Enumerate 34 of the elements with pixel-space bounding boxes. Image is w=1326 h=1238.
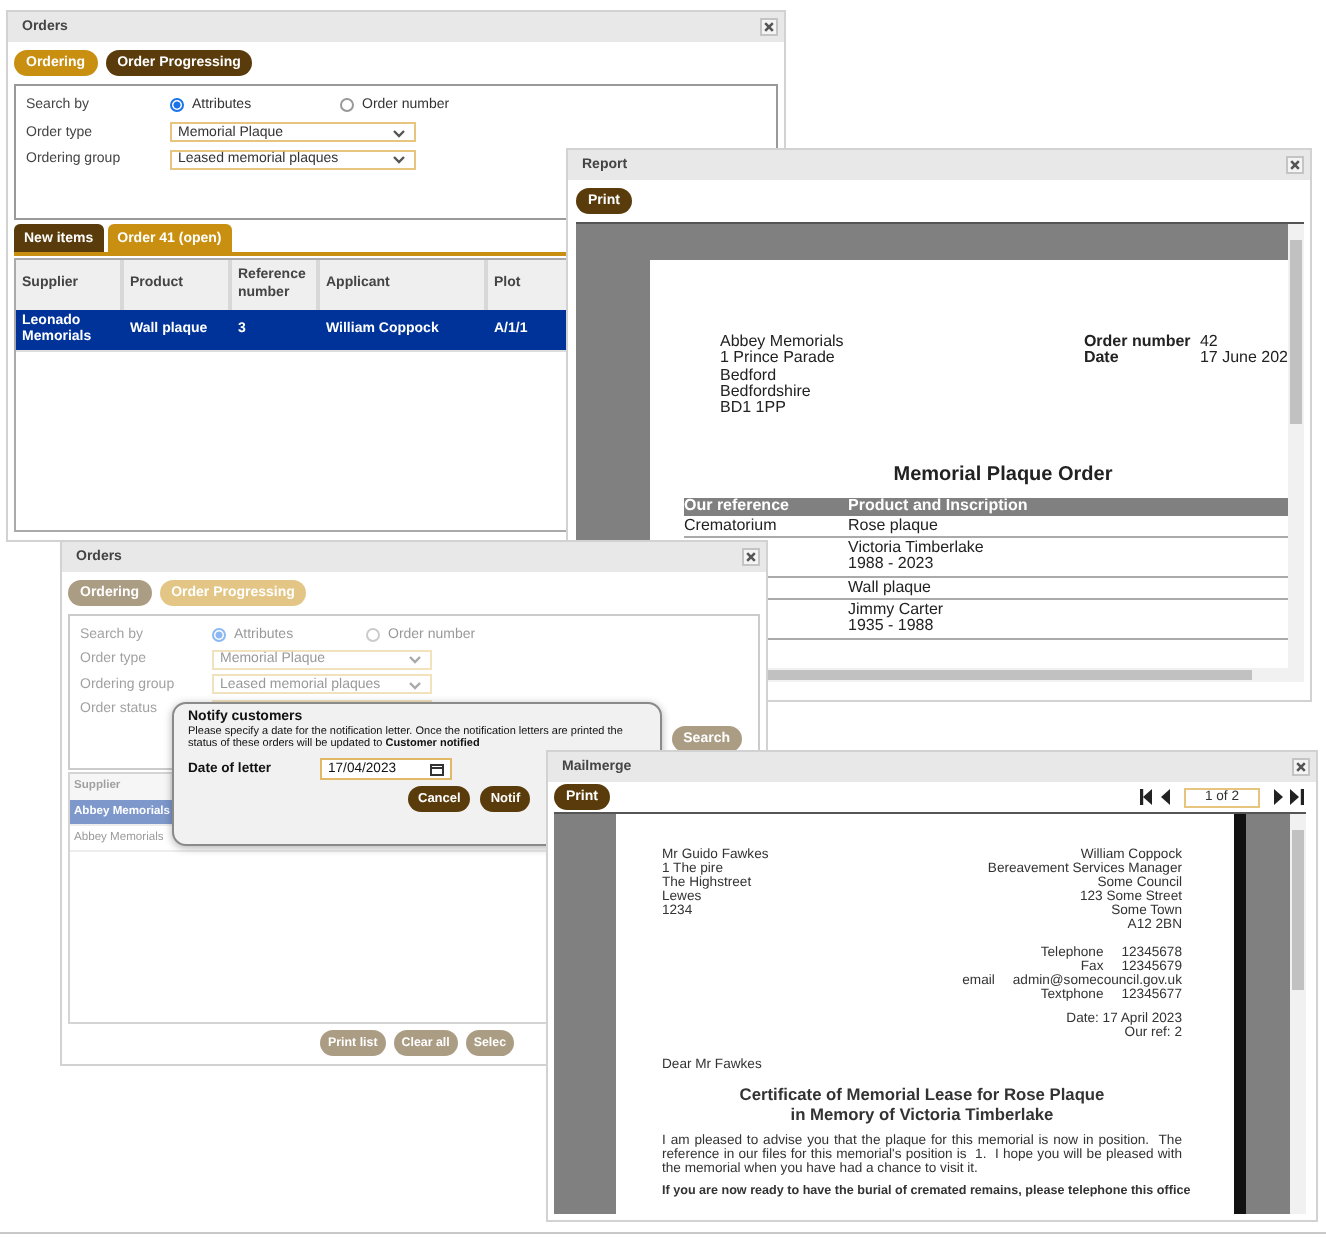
calendar-icon[interactable]	[430, 761, 444, 776]
close-icon[interactable]	[1286, 156, 1304, 174]
close-icon[interactable]	[742, 548, 760, 566]
radio-button[interactable]	[170, 98, 184, 113]
detail-value: 17 June 202	[1199, 350, 1288, 368]
vertical-scrollbar[interactable]	[1290, 814, 1306, 1214]
table-cell-text: Crematorium	[684, 517, 779, 535]
chevron-down-icon	[392, 127, 406, 138]
table-cell-text: Rose plaque	[848, 517, 940, 535]
detail-label: Date	[1083, 350, 1121, 368]
table-cell-text: Wall plaque	[848, 579, 934, 596]
last-page-icon[interactable]	[1290, 788, 1304, 806]
column-header: Our reference	[684, 498, 791, 516]
letter-heading: Certificate of Memorial Lease for Rose Plaque in Memory of Victoria Timberlake	[737, 1084, 1107, 1124]
close-icon[interactable]	[760, 18, 778, 36]
detail-label: Order number	[1083, 334, 1193, 351]
address-line: BD1 1PP	[720, 400, 788, 417]
column-header: Product and Inscription	[848, 498, 1030, 516]
detail-value: 42	[1199, 334, 1220, 351]
table-cell-text: 1988 - 2023	[848, 556, 936, 574]
vertical-scrollbar[interactable]	[1288, 224, 1304, 682]
first-page-icon[interactable]	[1140, 788, 1154, 806]
document-heading: Memorial Plaque Order	[891, 464, 1115, 489]
next-icon[interactable]	[1272, 788, 1286, 806]
chevron-down-icon	[392, 154, 406, 165]
table-cell-text: Jimmy Carter	[848, 601, 946, 618]
address-line: Bedford	[720, 367, 779, 384]
close-icon[interactable]	[1292, 758, 1310, 776]
address-line: 1 Prince Parade	[720, 350, 837, 368]
radio-button[interactable]	[340, 98, 354, 113]
previous-icon[interactable]	[1158, 788, 1172, 806]
address-line: Bedfordshire	[720, 383, 813, 401]
table-cell-text: Victoria Timberlake	[848, 540, 986, 557]
table-cell-text: 1935 - 1988	[848, 618, 936, 636]
